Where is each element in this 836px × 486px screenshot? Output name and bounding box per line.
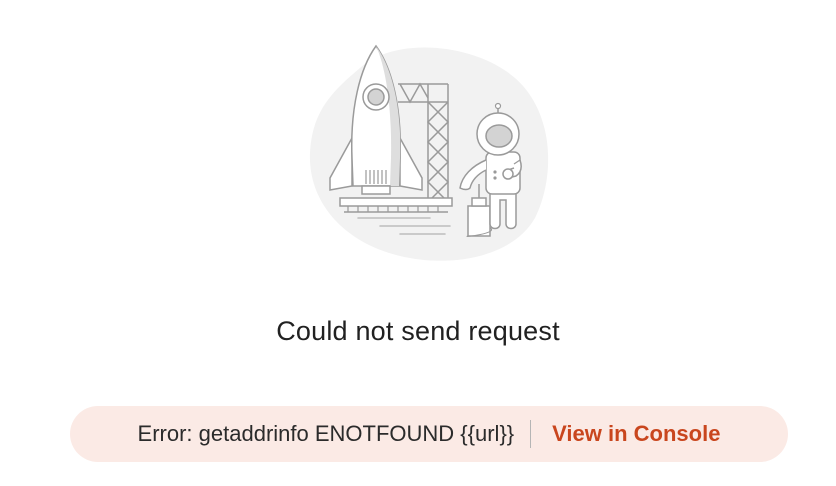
error-banner: Error: getaddrinfo ENOTFOUND {{url}} Vie… [70,406,788,462]
rocket-astronaut-illustration [309,44,549,261]
error-title: Could not send request [276,316,560,346]
view-in-console-link[interactable]: View in Console [552,421,720,447]
divider [530,420,532,448]
error-message: Error: getaddrinfo ENOTFOUND {{url}} [137,421,515,446]
request-error-view: Could not send request Error: getaddrinf… [0,0,836,486]
